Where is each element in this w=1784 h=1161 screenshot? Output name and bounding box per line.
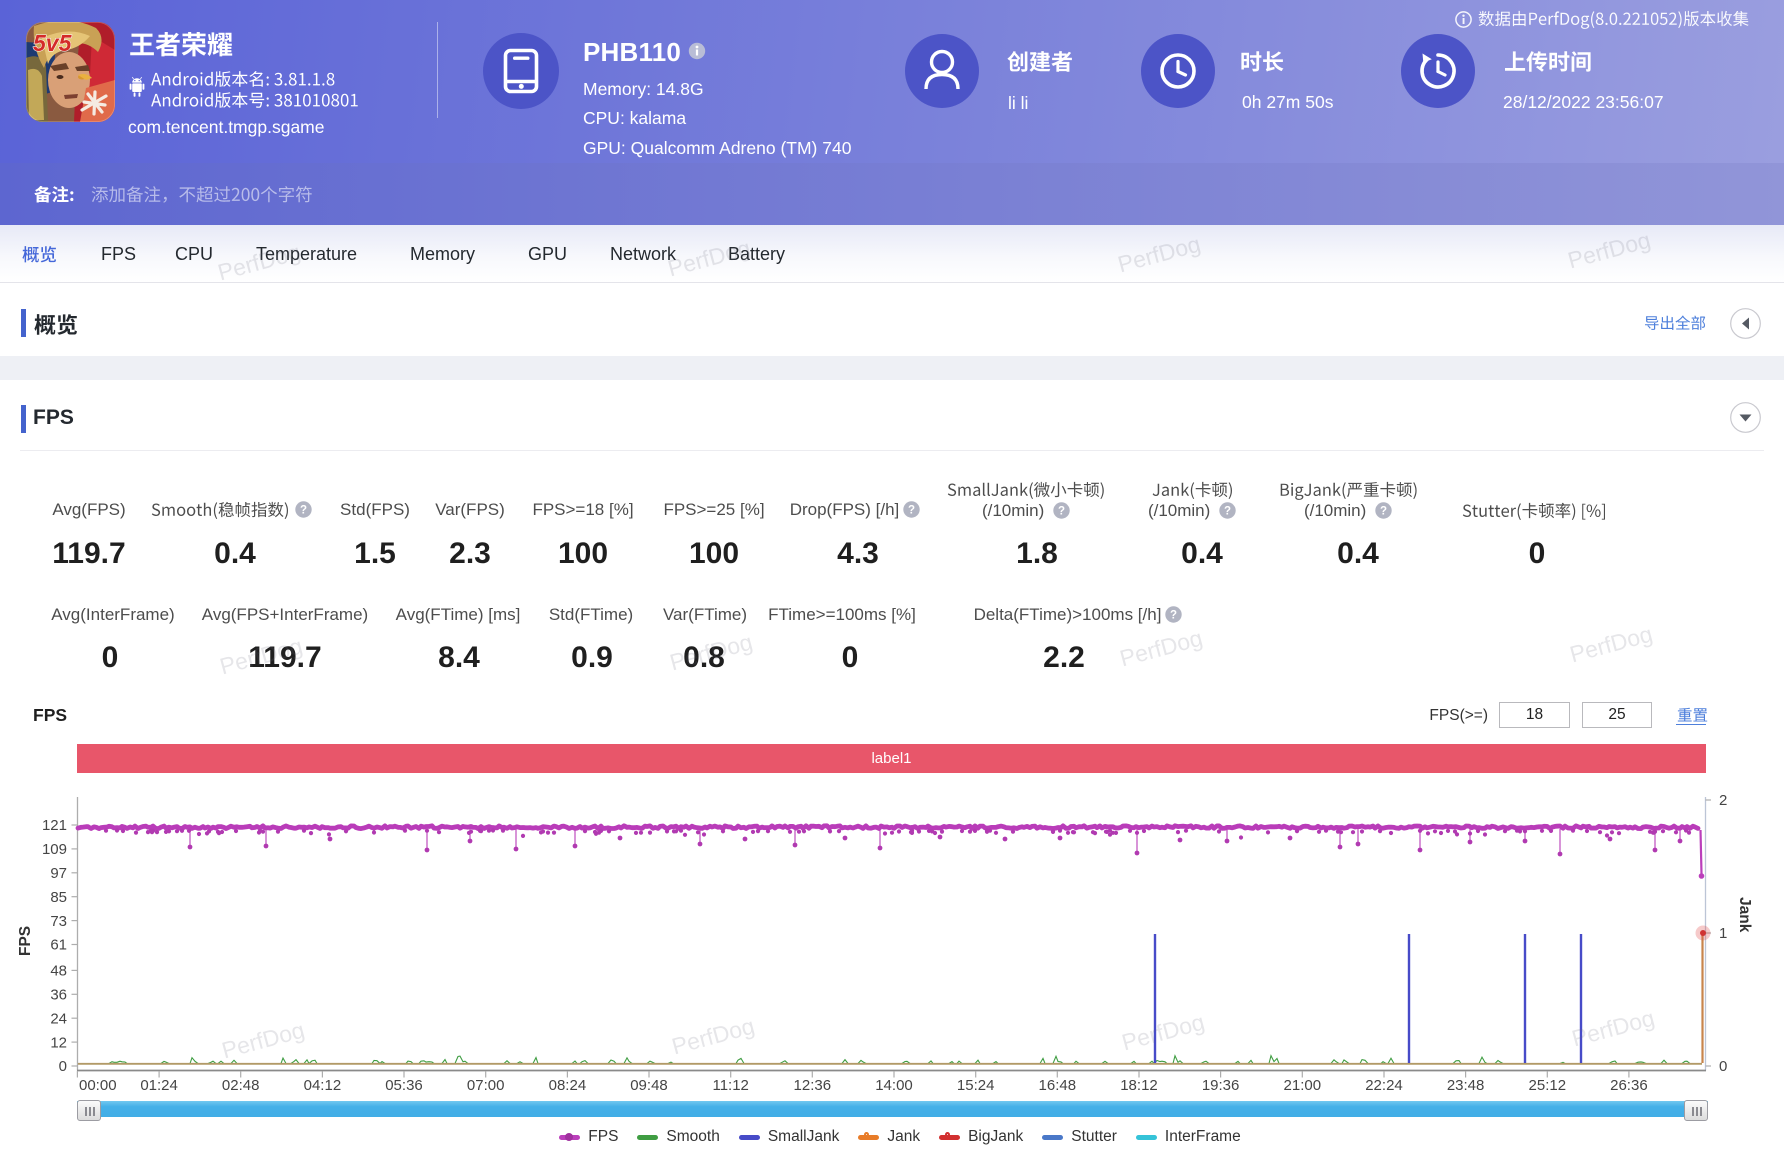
svg-text:0: 0 <box>1719 1058 1727 1075</box>
svg-text:?: ? <box>1224 505 1231 517</box>
svg-text:73: 73 <box>50 913 67 930</box>
svg-text:02:48: 02:48 <box>222 1077 260 1094</box>
svg-text:08:24: 08:24 <box>549 1077 587 1094</box>
svg-text:48: 48 <box>50 963 67 980</box>
svg-text:1: 1 <box>1719 925 1727 942</box>
svg-text:2: 2 <box>1719 792 1727 809</box>
svg-text:5v5: 5v5 <box>33 30 73 56</box>
svg-text:15:24: 15:24 <box>957 1077 995 1094</box>
svg-text:0: 0 <box>59 1058 67 1075</box>
svg-text:25:12: 25:12 <box>1529 1077 1567 1094</box>
svg-text:121: 121 <box>42 817 67 834</box>
svg-text:19:36: 19:36 <box>1202 1077 1240 1094</box>
svg-text:07:00: 07:00 <box>467 1077 505 1094</box>
svg-text:97: 97 <box>50 865 67 882</box>
svg-text:109: 109 <box>42 841 67 858</box>
svg-text:61: 61 <box>50 937 67 954</box>
svg-text:85: 85 <box>50 889 67 906</box>
svg-text:24: 24 <box>50 1010 67 1027</box>
svg-text:12:36: 12:36 <box>794 1077 832 1094</box>
svg-text:23:48: 23:48 <box>1447 1077 1485 1094</box>
svg-text:12: 12 <box>50 1034 67 1051</box>
svg-text:05:36: 05:36 <box>385 1077 423 1094</box>
svg-text:?: ? <box>1380 505 1387 517</box>
svg-text:?: ? <box>1058 505 1065 517</box>
svg-text:11:12: 11:12 <box>712 1077 748 1094</box>
svg-text:22:24: 22:24 <box>1365 1077 1403 1094</box>
svg-text:21:00: 21:00 <box>1284 1077 1322 1094</box>
svg-text:09:48: 09:48 <box>630 1077 668 1094</box>
svg-text:26:36: 26:36 <box>1610 1077 1648 1094</box>
svg-text:14:00: 14:00 <box>875 1077 913 1094</box>
svg-text:04:12: 04:12 <box>304 1077 342 1094</box>
svg-text:18:12: 18:12 <box>1120 1077 1158 1094</box>
svg-text:00:00: 00:00 <box>79 1077 117 1094</box>
svg-text:01:24: 01:24 <box>140 1077 178 1094</box>
svg-text:FPS: FPS <box>17 926 34 956</box>
svg-text:?: ? <box>1170 609 1177 621</box>
svg-text:36: 36 <box>50 987 67 1004</box>
svg-text:Jank: Jank <box>1736 897 1753 933</box>
svg-text:16:48: 16:48 <box>1039 1077 1077 1094</box>
